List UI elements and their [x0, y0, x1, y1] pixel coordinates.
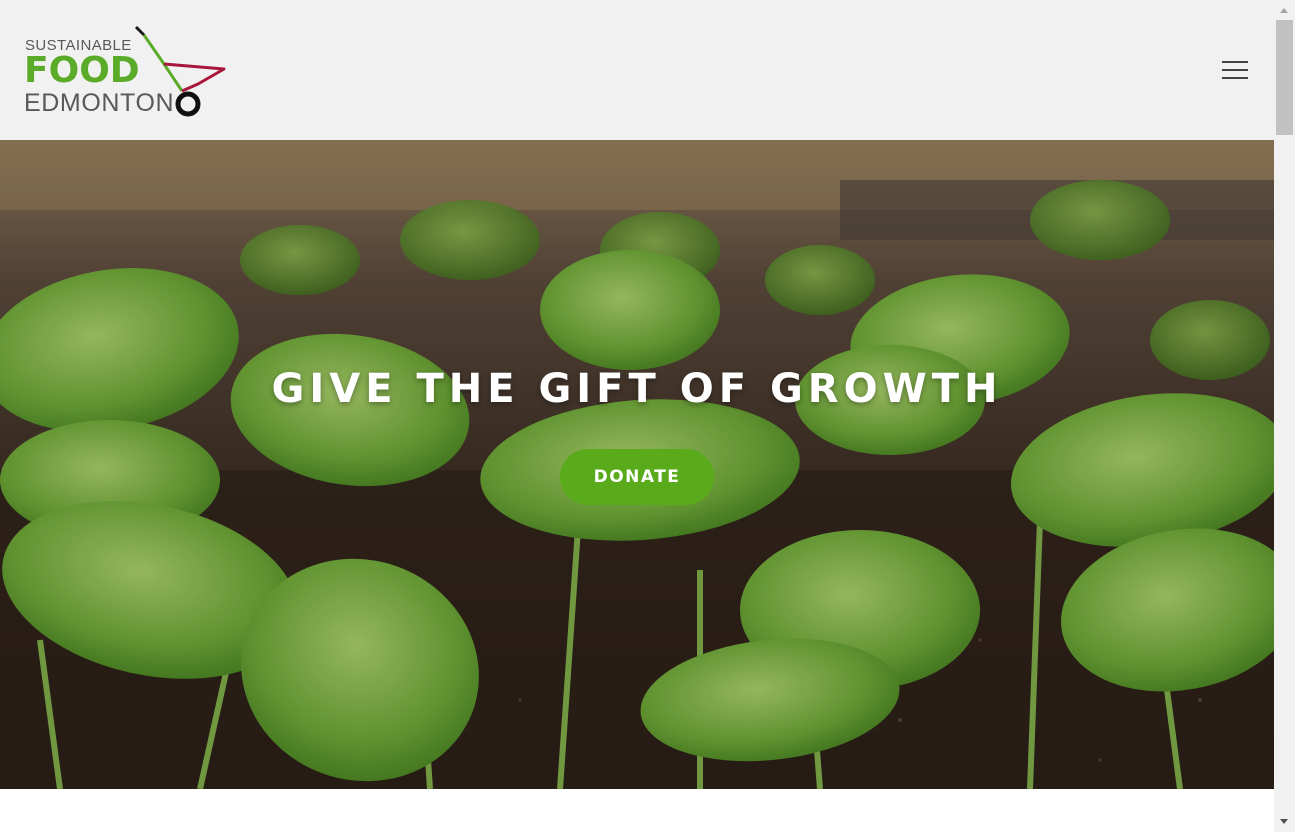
scrollbar-thumb[interactable] — [1276, 20, 1293, 135]
page-content-area — [0, 789, 1274, 832]
logo-line-food: FOOD — [24, 50, 140, 91]
menu-bar-bottom — [1222, 77, 1248, 79]
hamburger-menu-icon[interactable] — [1218, 56, 1252, 84]
scroll-up-arrow-icon[interactable] — [1280, 8, 1288, 13]
wheelbarrow-icon — [134, 25, 226, 117]
site-header: SUSTAINABLE FOOD EDMONTON — [0, 0, 1274, 140]
vertical-scrollbar[interactable] — [1274, 0, 1295, 832]
scroll-down-arrow-icon[interactable] — [1280, 819, 1288, 824]
hero-banner: GIVE THE GIFT OF GROWTH DONATE — [0, 140, 1274, 789]
site-logo[interactable]: SUSTAINABLE FOOD EDMONTON — [24, 24, 234, 118]
menu-bar-top — [1222, 61, 1248, 63]
donate-button[interactable]: DONATE — [560, 449, 714, 505]
hero-title: GIVE THE GIFT OF GROWTH — [271, 366, 1003, 412]
menu-bar-middle — [1222, 69, 1248, 71]
